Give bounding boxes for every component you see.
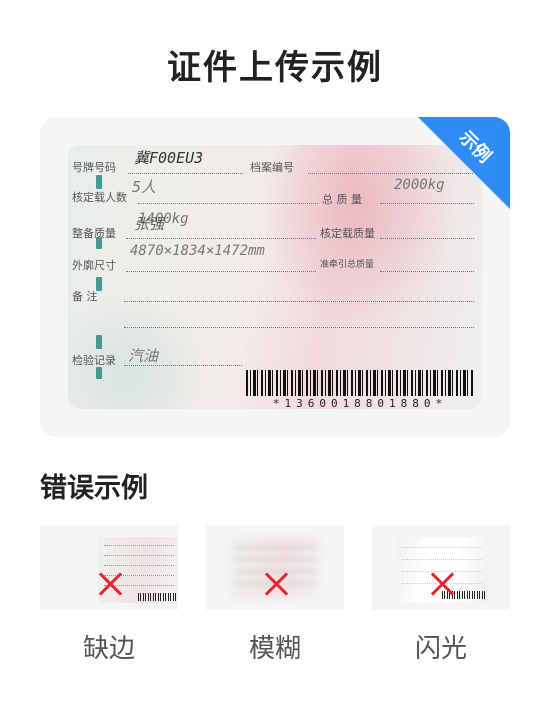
tow-mass-label: 准牵引总质量	[320, 260, 375, 270]
error-label-glare: 闪光	[414, 634, 467, 664]
barcode	[246, 370, 474, 396]
plate-value: 冀F00EU3	[134, 149, 204, 167]
remarks-label: 备 注	[72, 290, 98, 303]
page-title: 证件上传示例	[167, 48, 383, 88]
wrong-examples-title: 错误示例	[40, 473, 148, 504]
security-strip	[96, 367, 102, 379]
error-label-blurry: 模糊	[248, 634, 301, 664]
dotted-line	[124, 327, 474, 328]
barcode-number: *1360018801880*	[272, 397, 448, 409]
dimensions-label: 外廓尺寸	[72, 259, 116, 272]
error-example-blurry	[206, 525, 344, 610]
total-mass-label: 总 质 量	[322, 193, 362, 206]
dotted-line	[380, 238, 474, 239]
error-example-missing-edge	[40, 525, 178, 610]
dotted-line	[138, 203, 318, 204]
dotted-line	[124, 365, 242, 366]
dotted-line	[128, 173, 243, 174]
load-mass-label: 核定载质量	[320, 227, 375, 240]
example-panel: 号牌号码 冀F00EU3 档案编号 核定载人数 5人 总 质 量 2000kg …	[40, 117, 510, 437]
security-strip	[96, 175, 102, 189]
dotted-line	[126, 238, 316, 239]
dimensions-value: 4870×1834×1472mm	[130, 243, 265, 259]
error-x-icon	[429, 571, 455, 597]
dotted-line	[124, 301, 474, 302]
fuel-value: 汽油	[128, 347, 159, 365]
inspection-label: 检验记录	[72, 354, 116, 367]
error-example-glare	[372, 525, 510, 610]
dotted-line	[126, 271, 316, 272]
curb-mass-label: 整备质量	[72, 227, 116, 240]
plate-label: 号牌号码	[72, 161, 116, 174]
error-x-icon	[97, 571, 123, 597]
file-number-label: 档案编号	[250, 161, 294, 174]
curb-overwrite: 张强	[134, 215, 165, 233]
security-strip	[96, 335, 102, 349]
seats-value: 5人	[132, 178, 157, 196]
dotted-line	[380, 271, 474, 272]
seats-label: 核定载人数	[72, 191, 127, 204]
error-label-missing-edge: 缺边	[82, 634, 135, 664]
error-x-icon	[263, 571, 289, 597]
